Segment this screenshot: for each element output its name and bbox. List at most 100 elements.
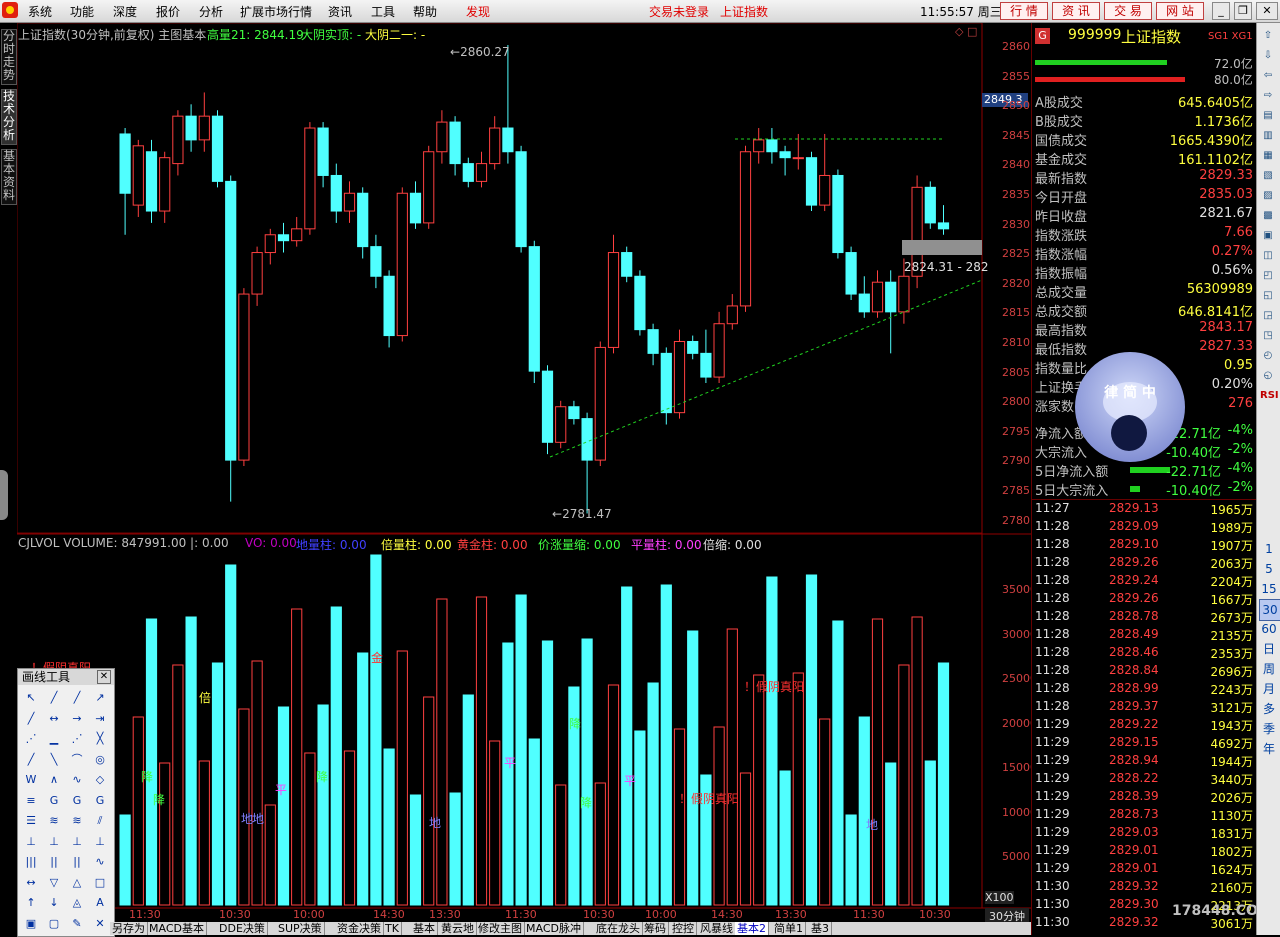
drawing-tool-icon[interactable]: ∿: [67, 771, 87, 789]
formula-tab[interactable]: 修改主图: [476, 922, 525, 935]
menu-function[interactable]: 功能: [70, 3, 94, 20]
drawing-tool-icon[interactable]: ⊥: [21, 833, 41, 851]
toolbar-icon[interactable]: ◳: [1260, 328, 1276, 344]
period-button[interactable]: 多: [1259, 699, 1279, 719]
kline-chart[interactable]: [17, 23, 1031, 935]
tab-technical[interactable]: 技术分析: [1, 89, 17, 145]
tab-news[interactable]: 资 讯: [1052, 2, 1100, 20]
toolbar-icon[interactable]: ⇧: [1260, 28, 1276, 44]
period-button[interactable]: 年: [1259, 739, 1279, 759]
drawing-tool-icon[interactable]: ⊥: [67, 833, 87, 851]
palette-title[interactable]: 画线工具 ✕: [18, 669, 114, 685]
drawing-tool-icon[interactable]: G: [44, 792, 64, 810]
toolbar-icon[interactable]: ▨: [1260, 188, 1276, 204]
period-button[interactable]: 1: [1259, 539, 1279, 559]
period-button[interactable]: 60: [1259, 619, 1279, 639]
menu-analysis[interactable]: 分析: [199, 3, 223, 20]
drawing-tool-icon[interactable]: ≋: [44, 812, 64, 830]
drawing-tool-icon[interactable]: ∧: [44, 771, 64, 789]
drawing-tool-icon[interactable]: A: [90, 894, 110, 912]
tab-market[interactable]: 行 情: [1000, 2, 1048, 20]
toolbar-icon[interactable]: ◱: [1260, 288, 1276, 304]
drawing-tool-icon[interactable]: □: [90, 874, 110, 892]
formula-tab[interactable]: 基本: [411, 922, 438, 935]
drawing-tool-icon[interactable]: ↗: [90, 689, 110, 707]
formula-tab[interactable]: 筹码: [642, 922, 669, 935]
drawing-tool-icon[interactable]: ╱: [44, 689, 64, 707]
side-collapse-handle[interactable]: [0, 470, 8, 520]
drawing-tool-icon[interactable]: ╲: [44, 751, 64, 769]
drawing-tool-icon[interactable]: ⇥: [90, 710, 110, 728]
drawing-tool-icon[interactable]: ↔: [21, 874, 41, 892]
toolbar-icon[interactable]: ⇩: [1260, 48, 1276, 64]
tab-intraday[interactable]: 分时走势: [1, 29, 17, 85]
toolbar-icon[interactable]: ▧: [1260, 168, 1276, 184]
drawing-tool-icon[interactable]: ▁: [44, 730, 64, 748]
formula-tab[interactable]: 基本2: [735, 922, 769, 935]
drawing-tool-palette[interactable]: 画线工具 ✕ ↖ ╱ ╱ ↗ ╱ ↔ → ⇥ ⋰ ▁ ⋰ ╳ ╱ ╲ ⌒ ◎ W ∧ ∿ ◇ ≡ G G G ☰ ≋ ≋ ⫽ ⊥ ⊥ ⊥ ⊥ ||…: [17, 668, 115, 937]
period-label[interactable]: 30分钟: [985, 908, 1029, 923]
menu-system[interactable]: 系统: [28, 3, 52, 20]
drawing-tool-icon[interactable]: ✎: [67, 915, 87, 933]
drawing-tool-icon[interactable]: ╱: [21, 751, 41, 769]
formula-tab[interactable]: 风暴线: [698, 922, 736, 935]
drawing-tool-icon[interactable]: →: [67, 710, 87, 728]
tab-website[interactable]: 网 站: [1156, 2, 1204, 20]
drawing-tool-icon[interactable]: ✕: [90, 915, 110, 933]
formula-tab[interactable]: DDE决策: [217, 922, 268, 935]
formula-tab[interactable]: 简单1: [772, 922, 806, 935]
formula-tab[interactable]: TK: [383, 922, 402, 935]
drawing-tool-icon[interactable]: ▢: [44, 915, 64, 933]
drawing-tool-icon[interactable]: ╳: [90, 730, 110, 748]
toolbar-icon[interactable]: ◰: [1260, 268, 1276, 284]
formula-tab[interactable]: 底在龙头: [594, 922, 643, 935]
tab-fundamentals[interactable]: 基本资料: [1, 149, 17, 205]
formula-tab[interactable]: 控控: [670, 922, 697, 935]
drawing-tool-icon[interactable]: ↑: [21, 894, 41, 912]
formula-tab[interactable]: MACD基本: [147, 922, 207, 935]
drawing-tool-icon[interactable]: ⋰: [21, 730, 41, 748]
period-button[interactable]: 30: [1259, 599, 1280, 621]
menu-quote[interactable]: 报价: [156, 3, 180, 20]
formula-tab[interactable]: 资金决策: [335, 922, 384, 935]
period-button[interactable]: 5: [1259, 559, 1279, 579]
drawing-tool-icon[interactable]: ⋰: [67, 730, 87, 748]
drawing-tool-icon[interactable]: G: [90, 792, 110, 810]
drawing-tool-icon[interactable]: ↓: [44, 894, 64, 912]
period-button[interactable]: 季: [1259, 719, 1279, 739]
drawing-tool-icon[interactable]: ▽: [44, 874, 64, 892]
drawing-tool-icon[interactable]: △: [67, 874, 87, 892]
drawing-tool-icon[interactable]: ⊥: [44, 833, 64, 851]
drawing-tool-icon[interactable]: ≋: [67, 812, 87, 830]
menu-tools[interactable]: 工具: [371, 3, 395, 20]
toolbar-icon[interactable]: ◲: [1260, 308, 1276, 324]
chart-area[interactable]: 上证指数(30分钟,前复权) 主图基本 高量21: 2844.19 大阴实顶: …: [17, 23, 1037, 935]
drawing-tool-icon[interactable]: ≡: [21, 792, 41, 810]
toolbar-icon[interactable]: ▤: [1260, 108, 1276, 124]
toolbar-icon[interactable]: ◵: [1260, 368, 1276, 384]
toolbar-icon[interactable]: ▦: [1260, 148, 1276, 164]
formula-tab[interactable]: 基3: [809, 922, 832, 935]
period-button[interactable]: 月: [1259, 679, 1279, 699]
drawing-tool-icon[interactable]: ◇: [90, 771, 110, 789]
drawing-tool-icon[interactable]: ⫽: [90, 812, 110, 830]
formula-tab[interactable]: 黄云地: [439, 922, 477, 935]
toolbar-icon[interactable]: ▩: [1260, 208, 1276, 224]
drawing-tool-icon[interactable]: ▣: [21, 915, 41, 933]
drawing-tool-icon[interactable]: ◬: [67, 894, 87, 912]
period-button[interactable]: 日: [1259, 639, 1279, 659]
toolbar-icon[interactable]: ◫: [1260, 248, 1276, 264]
rsi-icon[interactable]: RSI: [1260, 388, 1279, 404]
menu-news[interactable]: 资讯: [328, 3, 352, 20]
toolbar-icon[interactable]: ⇨: [1260, 88, 1276, 104]
drawing-tool-icon[interactable]: ⌒: [67, 751, 87, 769]
drawing-tool-icon[interactable]: ↖: [21, 689, 41, 707]
toolbar-icon[interactable]: ▥: [1260, 128, 1276, 144]
menu-discover[interactable]: 发现: [466, 3, 490, 20]
drawing-tool-icon[interactable]: G: [67, 792, 87, 810]
drawing-tool-icon[interactable]: ╱: [67, 689, 87, 707]
drawing-tool-icon[interactable]: ↔: [44, 710, 64, 728]
menu-depth[interactable]: 深度: [113, 3, 137, 20]
drawing-tool-icon[interactable]: ⊥: [90, 833, 110, 851]
tab-trade[interactable]: 交 易: [1104, 2, 1152, 20]
